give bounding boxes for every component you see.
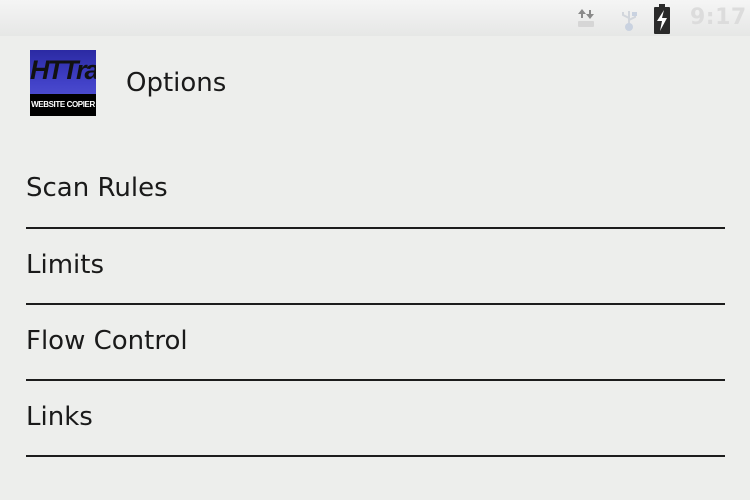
menu-item-label: Links <box>26 402 93 432</box>
menu-item-label: Flow Control <box>26 326 188 356</box>
battery-charging-icon <box>652 4 672 34</box>
menu-item-label: Limits <box>26 250 104 280</box>
usb-icon <box>618 10 640 32</box>
status-clock: 9:17 <box>690 5 747 30</box>
title-bar: HTTrack WEBSITE COPIER Options <box>0 36 750 132</box>
httrack-logo: HTTrack WEBSITE COPIER <box>30 50 96 116</box>
status-bar: 9:17 <box>0 0 750 36</box>
menu-item-limits[interactable]: Limits <box>26 229 725 305</box>
menu-item-flow-control[interactable]: Flow Control <box>26 305 725 381</box>
page-title: Options <box>126 68 227 98</box>
menu-item-scan-rules[interactable]: Scan Rules <box>26 152 725 229</box>
logo-wordmark: HTTrack <box>30 55 96 85</box>
options-screen: 9:17 HTTrack WEBSITE COPIER Options Scan… <box>0 0 750 500</box>
menu-item-links[interactable]: Links <box>26 381 725 457</box>
logo-tagline: WEBSITE COPIER <box>30 94 96 116</box>
menu-item-label: Scan Rules <box>26 173 168 203</box>
options-menu-list: Scan Rules Limits Flow Control Links <box>26 152 725 457</box>
sync-icon <box>576 7 596 29</box>
